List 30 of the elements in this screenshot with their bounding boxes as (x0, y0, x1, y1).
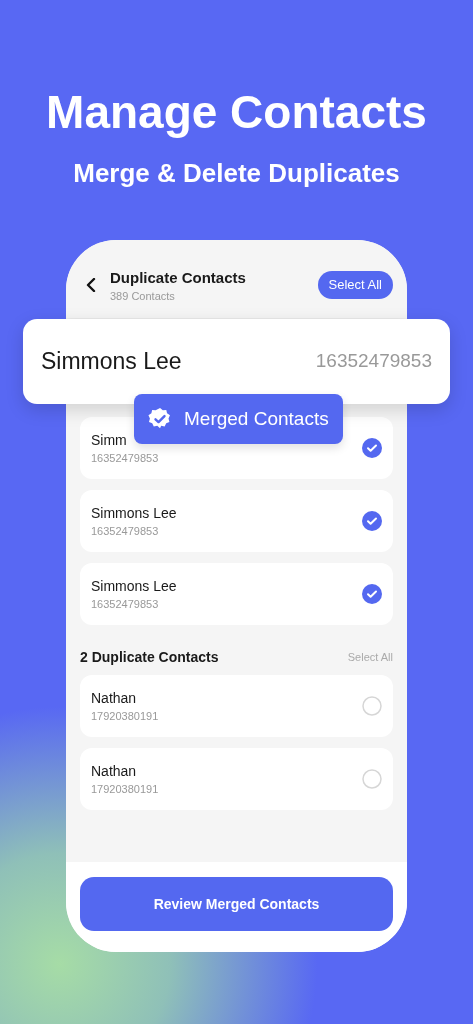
contact-count: 389 Contacts (110, 289, 176, 304)
contact-card[interactable]: Nathan 17920380191 (80, 675, 393, 737)
select-all-button[interactable]: Select All (317, 271, 393, 299)
contact-phone: 16352479853 (91, 597, 159, 612)
contact-name: Nathan (91, 762, 137, 781)
contact-phone: 17920380191 (91, 782, 159, 797)
contact-name: Simm (91, 431, 127, 450)
hero-title: Manage Contacts (46, 85, 427, 140)
review-button[interactable]: Review Merged Contacts (80, 877, 393, 931)
contact-phone: 16352479853 (91, 524, 159, 539)
contact-card[interactable]: Simmons Lee 16352479853 (80, 563, 393, 625)
hero-subtitle: Merge & Delete Duplicates (73, 157, 400, 190)
radio-circle-icon[interactable] (362, 769, 382, 789)
popup-contact-phone: 16352479853 (315, 349, 432, 374)
screen-title: Duplicate Contacts (110, 268, 247, 288)
contact-name: Simmons Lee (91, 577, 177, 596)
back-icon[interactable] (86, 278, 96, 292)
group-heading: 2 Duplicate Contacts (80, 647, 219, 667)
popup-contact-name: Simmons Lee (41, 347, 182, 377)
contact-phone: 16352479853 (91, 451, 159, 466)
checkmark-icon[interactable] (362, 438, 382, 458)
contact-name: Simmons Lee (91, 504, 177, 523)
checkmark-icon[interactable] (362, 511, 382, 531)
contact-phone: 17920380191 (91, 709, 159, 724)
checkmark-icon[interactable] (362, 584, 382, 604)
contact-name: Nathan (91, 689, 137, 708)
verified-badge-icon (148, 407, 172, 431)
radio-circle-icon[interactable] (362, 696, 382, 716)
contact-card[interactable]: Nathan 17920380191 (80, 748, 393, 810)
contact-card[interactable]: Simmons Lee 16352479853 (80, 490, 393, 552)
